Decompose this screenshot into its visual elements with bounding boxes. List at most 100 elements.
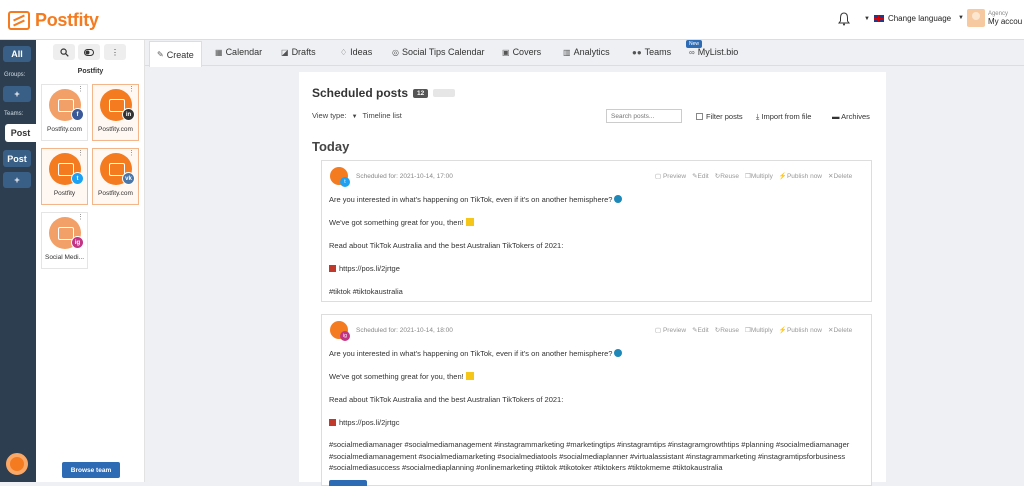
reuse-button[interactable]: ↻Reuse [715,172,739,180]
post-card[interactable]: t Scheduled for: 2021-10-14, 17:00 ▢ Pre… [321,160,872,302]
edit-icon: ✎ [157,50,164,59]
view-type[interactable]: View type: ▼ Timeline list [312,111,402,120]
tab-label: Teams [644,47,672,57]
archives-label: Archives [841,112,870,121]
profile-card-facebook[interactable]: ⋮ f Postfity.com [41,84,88,141]
view-type-label: View type: [312,111,347,120]
post-link[interactable]: https://pos.li/2jrtgc [329,418,399,427]
post-actions: ▢ Preview ✎Edit ↻Reuse ❐Multiply ⚡Publis… [655,172,852,180]
tab-label: Analytics [573,47,610,57]
multiply-button[interactable]: ❐Multiply [745,326,773,334]
tab-mylist-bio[interactable]: ∞ MyList.bio [689,47,738,57]
all-button[interactable]: All [3,46,31,62]
post-line: Are you interested in what's happening o… [329,195,623,204]
day-heading: Today [312,139,350,154]
language-label: Change language [887,14,952,23]
tab-label: Social Tips Calendar [401,47,485,57]
placeholder-badge [433,89,456,97]
search-posts-input[interactable] [606,109,682,123]
tab-create[interactable]: ✎ Create [149,41,202,67]
edit-button[interactable]: ✎Edit [692,172,709,180]
search-icon[interactable] [53,44,75,60]
toggle-icon[interactable] [78,44,100,60]
language-selector[interactable]: ▼ Change language [864,14,951,23]
twitter-icon: t [340,177,350,187]
view-type-value: Timeline list [362,111,402,120]
tab-label: Covers [512,47,542,57]
profile-name: Social Medi... [44,254,85,261]
card-menu-icon[interactable]: ⋮ [128,149,135,157]
account-name: My accou [987,16,1023,26]
card-menu-icon[interactable]: ⋮ [77,149,84,157]
browse-team-button[interactable]: Browse team [62,462,120,478]
instagram-icon: ig [71,236,84,249]
tips-icon: ◎ [392,47,399,57]
uk-flag-icon [873,15,884,22]
preview-button[interactable]: ▢ Preview [655,172,686,180]
tab-drafts[interactable]: ◪ Drafts [281,47,316,57]
caret-down-icon: ▼ [958,15,964,21]
tab-analytics[interactable]: ▥ Analytics [563,47,610,57]
globe-emoji-icon [614,349,623,357]
profile-card-twitter[interactable]: ⋮ t Postfity [41,148,88,205]
filter-label: Filter posts [706,112,743,121]
checkbox-icon [696,113,703,120]
sparkle-emoji-icon [329,419,336,426]
bell-icon[interactable] [838,12,850,26]
post-line: Read about TikTok Australia and the best… [329,241,564,250]
delete-button[interactable]: ✕Delete [828,326,852,334]
delete-button[interactable]: ✕Delete [828,172,852,180]
teams-label: Teams: [4,111,24,117]
tab-calendar[interactable]: ▦ Calendar [215,47,262,57]
more-options-icon[interactable]: ⋮ [104,44,126,60]
multiply-button[interactable]: ❐Multiply [745,172,773,180]
post-line: Are you interested in what's happening o… [329,349,623,358]
top-bar: Postfity ▼ Change language ▼ Agency My a… [0,0,1024,40]
tab-covers[interactable]: ▣ Covers [502,47,541,57]
card-menu-icon[interactable]: ⋮ [128,85,135,93]
team-title: Postfity [77,68,104,75]
tab-ideas[interactable]: ♢ Ideas [340,47,372,57]
post-line: We've got something great for you, then! [329,218,474,227]
post-action-button[interactable] [329,480,367,486]
post-link[interactable]: https://pos.li/2jrtge [329,264,400,273]
add-team-button[interactable]: + [3,172,31,188]
scheduled-posts-panel: Scheduled posts 12 View type: ▼ Timeline… [299,72,886,486]
profile-card-vk[interactable]: ⋮ vk Postfity.com [92,148,139,205]
preview-button[interactable]: ▢ Preview [655,326,686,334]
help-lifebuoy-icon[interactable] [6,453,28,475]
profiles-panel: ⋮ Postfity ⋮ f Postfity.com ⋮ in Postfit… [36,40,145,482]
caret-down-icon: ▼ [351,114,358,120]
tab-label: Create [166,49,194,60]
filter-posts-checkbox[interactable]: Filter posts [696,112,743,121]
profile-name: Postfity [53,190,76,197]
tab-label: MyList.bio [697,47,739,57]
link-icon: ∞ [689,47,695,57]
edit-button[interactable]: ✎Edit [692,326,709,334]
profile-card-instagram[interactable]: ⋮ ig Social Medi... [41,212,88,269]
logo[interactable]: Postfity [8,10,99,31]
calendar-icon: ▦ [215,47,223,57]
add-group-button[interactable]: + [3,86,31,102]
profile-card-linkedin[interactable]: ⋮ in Postfity.com [92,84,139,141]
reuse-button[interactable]: ↻Reuse [715,326,739,334]
account-menu[interactable]: ▼ Agency My accou [958,9,1022,27]
card-menu-icon[interactable]: ⋮ [77,213,84,221]
publish-now-button[interactable]: ⚡Publish now [779,326,822,334]
import-button[interactable]: ⤓ Import from file [756,112,811,122]
publish-now-button[interactable]: ⚡Publish now [779,172,822,180]
archives-button[interactable]: ▬ Archives [832,112,870,121]
star-emoji-icon [465,218,474,226]
tab-social-tips-calendar[interactable]: ◎ Social Tips Calendar [392,47,485,57]
post-card[interactable]: ig Scheduled for: 2021-10-14, 18:00 ▢ Pr… [321,314,872,486]
tab-teams[interactable]: ●● Teams [632,47,671,57]
team-post-active[interactable]: Post [5,124,36,142]
post-count-badge: 12 [413,88,429,98]
post-hashtags: #tiktok #tiktokaustralia [329,287,403,296]
twitter-icon: t [71,172,84,185]
card-menu-icon[interactable]: ⋮ [77,85,84,93]
post-hashtags: #socialmediamanager #socialmediamanageme… [329,440,850,472]
chart-icon: ▥ [563,47,571,57]
team-post[interactable]: Post [3,150,31,167]
profile-name: Postfity.com [98,126,133,133]
